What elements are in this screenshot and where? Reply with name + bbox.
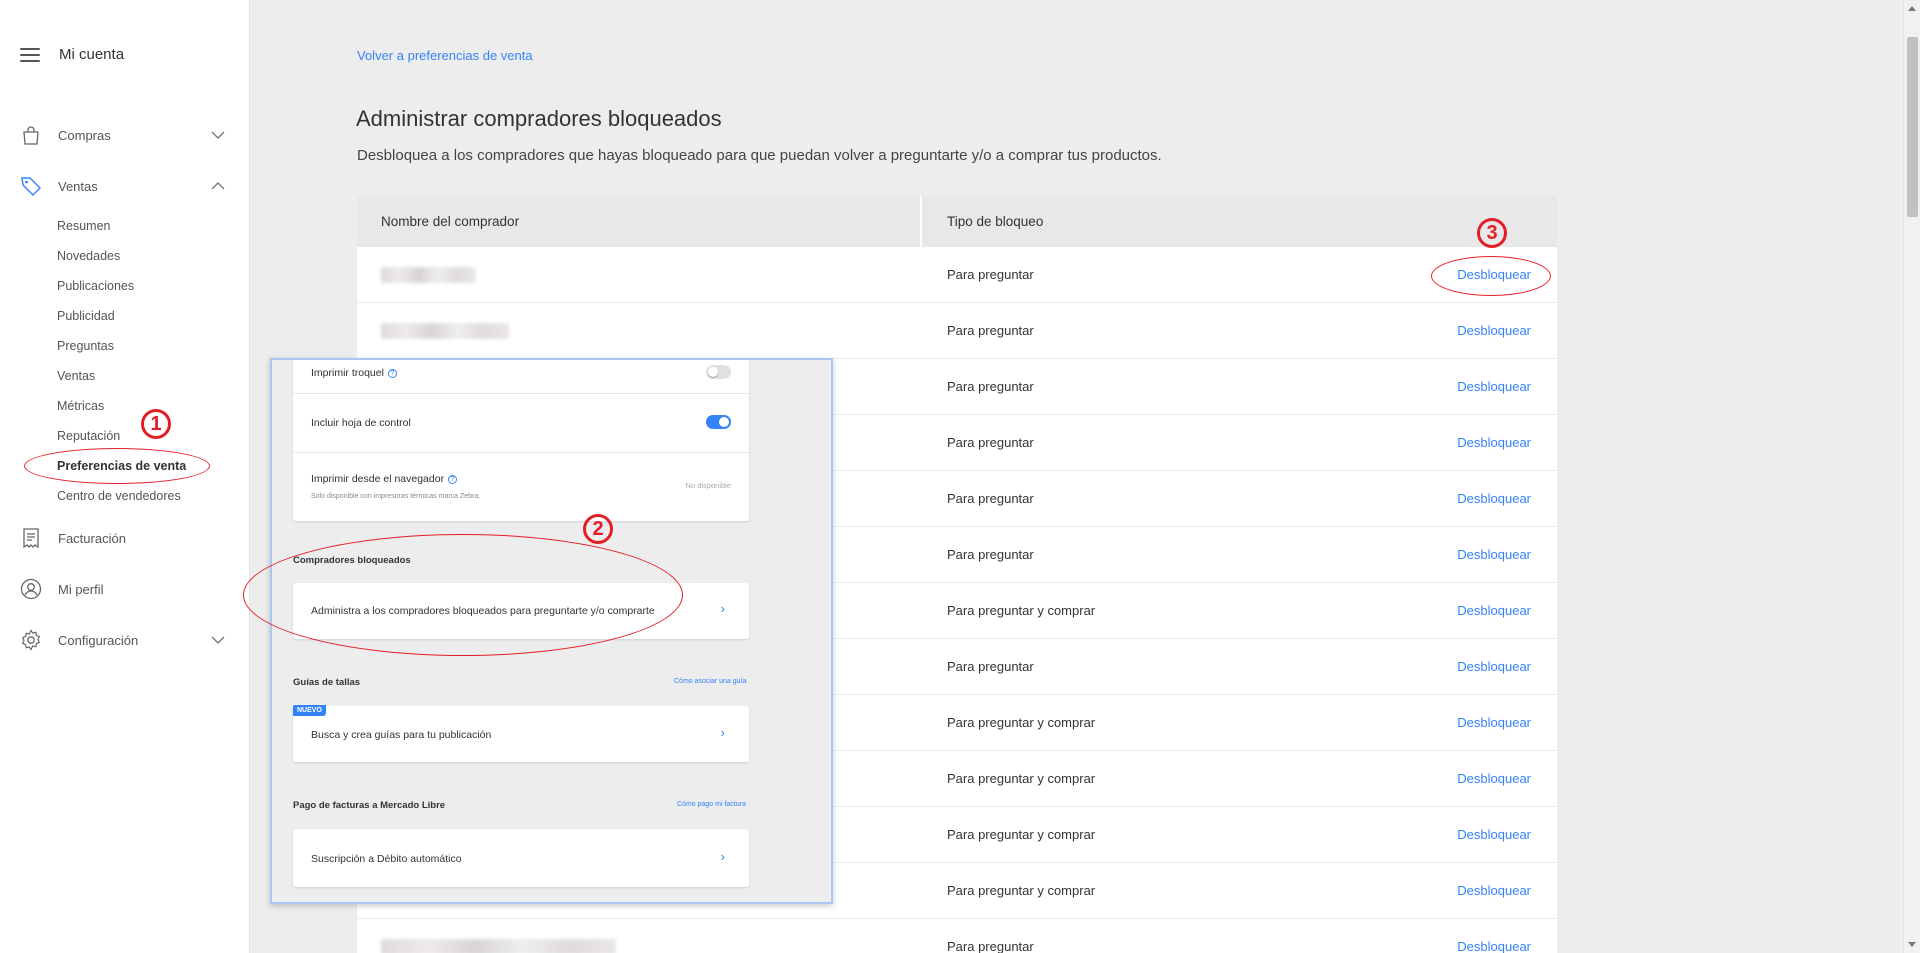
table-row: Para preguntar Desbloquear	[357, 247, 1557, 303]
sidebar-sub-publicaciones[interactable]: Publicaciones	[57, 279, 134, 293]
sidebar-item-perfil[interactable]: Mi perfil	[20, 578, 225, 600]
sidebar-title: Mi cuenta	[59, 46, 125, 63]
sidebar-item-label: Mi perfil	[58, 581, 104, 597]
unblock-link[interactable]: Desbloquear	[1457, 771, 1531, 786]
table-row: Para preguntar Desbloquear	[357, 303, 1557, 359]
control-sheet-row: Incluir hoja de control	[293, 394, 749, 453]
shopping-bag-icon	[20, 124, 42, 146]
invoice-payment-section-title: Pago de facturas a Mercado Libre	[293, 800, 446, 811]
menu-icon[interactable]	[20, 47, 40, 62]
sidebar-item-label: Compras	[58, 127, 111, 143]
buyer-name-cell	[357, 919, 922, 953]
unblock-link[interactable]: Desbloquear	[1457, 827, 1531, 842]
size-guides-help-link[interactable]: Cómo asociar una guía	[674, 678, 746, 685]
auto-debit-item-label: Suscripción a Débito automático	[311, 853, 462, 865]
print-troquel-row: Imprimir troquel?	[293, 360, 749, 394]
print-settings-card: Imprimir troquel? Incluir hoja de contro…	[293, 360, 749, 521]
scroll-down-arrow-icon[interactable]	[1908, 942, 1916, 947]
gear-icon	[20, 629, 42, 651]
help-icon[interactable]: ?	[448, 474, 458, 484]
control-sheet-toggle[interactable]	[706, 415, 731, 429]
browser-print-status: No disponible	[685, 481, 731, 490]
sidebar-sub-ventas[interactable]: Ventas	[57, 369, 95, 383]
sidebar-item-configuracion[interactable]: Configuración	[20, 629, 225, 651]
tag-icon	[20, 175, 42, 197]
settings-preview-inset: Imprimir troquel? Incluir hoja de contro…	[270, 358, 833, 904]
sidebar-sub-publicidad[interactable]: Publicidad	[57, 309, 115, 323]
unblock-link[interactable]: Desbloquear	[1457, 323, 1531, 338]
unblock-link[interactable]: Desbloquear	[1457, 715, 1531, 730]
invoice-payment-help-link[interactable]: Cómo pago mi factura	[677, 801, 746, 808]
print-troquel-toggle[interactable]	[706, 365, 731, 379]
sidebar-sub-centro-vendedores[interactable]: Centro de vendedores	[57, 489, 181, 503]
table-row: Para preguntar Desbloquear	[357, 919, 1557, 953]
size-guides-card[interactable]: NUEVO Busca y crea guías para tu publica…	[293, 705, 749, 762]
unblock-link[interactable]: Desbloquear	[1457, 267, 1531, 282]
redacted-buyer-name	[381, 322, 509, 339]
browser-print-label: Imprimir desde el navegador	[311, 473, 445, 485]
blocked-buyers-item-label: Administra a los compradores bloqueados …	[311, 605, 655, 617]
annotation-number-2: 2	[583, 514, 613, 544]
unblock-link[interactable]: Desbloquear	[1457, 659, 1531, 674]
sidebar-item-compras[interactable]: Compras	[20, 124, 225, 146]
new-badge: NUEVO	[293, 705, 326, 716]
table-header: Nombre del comprador Tipo de bloqueo	[357, 196, 1557, 247]
unblock-link[interactable]: Desbloquear	[1457, 379, 1531, 394]
unblock-link[interactable]: Desbloquear	[1457, 547, 1531, 562]
sidebar: Mi cuenta Compras Ventas Resumen Novedad…	[0, 0, 250, 953]
chevron-right-icon: ›	[720, 725, 725, 740]
auto-debit-card[interactable]: Suscripción a Débito automático ›	[293, 829, 749, 887]
print-troquel-label: Imprimir troquel	[311, 367, 384, 379]
browser-print-row: Imprimir desde el navegador? Solo dispon…	[293, 453, 749, 521]
unblock-link[interactable]: Desbloquear	[1457, 939, 1531, 953]
blocked-buyers-card[interactable]: Administra a los compradores bloqueados …	[293, 583, 749, 639]
control-sheet-label: Incluir hoja de control	[311, 417, 411, 429]
unblock-link[interactable]: Desbloquear	[1457, 491, 1531, 506]
column-header-buyer: Nombre del comprador	[357, 196, 922, 247]
sidebar-item-label: Facturación	[58, 530, 126, 546]
blocked-buyers-section-title: Compradores bloqueados	[293, 555, 411, 566]
redacted-buyer-name	[381, 938, 616, 953]
browser-print-note: Solo disponible con impresoras térmicas …	[311, 493, 481, 500]
page-description: Desbloquea a los compradores que hayas b…	[357, 147, 1162, 164]
chevron-right-icon: ›	[720, 849, 725, 864]
chevron-down-icon	[211, 636, 225, 644]
sidebar-header: Mi cuenta	[20, 46, 124, 63]
redacted-buyer-name	[381, 266, 476, 283]
column-header-block-type: Tipo de bloqueo	[947, 214, 1044, 229]
back-to-preferences-link[interactable]: Volver a preferencias de venta	[357, 48, 533, 63]
unblock-link[interactable]: Desbloquear	[1457, 603, 1531, 618]
scrollbar-thumb[interactable]	[1907, 37, 1918, 217]
invoice-icon	[20, 527, 42, 549]
sidebar-item-ventas[interactable]: Ventas	[20, 175, 225, 197]
sidebar-sub-reputacion[interactable]: Reputación	[57, 429, 120, 443]
sidebar-item-facturacion[interactable]: Facturación	[20, 527, 225, 549]
chevron-up-icon	[211, 182, 225, 190]
user-icon	[20, 578, 42, 600]
sidebar-sub-novedades[interactable]: Novedades	[57, 249, 120, 263]
annotation-number-1: 1	[141, 409, 171, 439]
buyer-name-cell	[357, 247, 922, 303]
sidebar-sub-preguntas[interactable]: Preguntas	[57, 339, 114, 353]
sidebar-sub-metricas[interactable]: Métricas	[57, 399, 104, 413]
scroll-up-arrow-icon[interactable]	[1908, 6, 1916, 11]
chevron-right-icon: ›	[720, 601, 725, 616]
size-guides-item-label: Busca y crea guías para tu publicación	[311, 729, 492, 741]
buyer-name-cell	[357, 303, 922, 359]
size-guides-section-title: Guías de tallas	[293, 677, 361, 688]
unblock-link[interactable]: Desbloquear	[1457, 883, 1531, 898]
sidebar-item-label: Configuración	[58, 632, 139, 648]
sidebar-sub-preferencias[interactable]: Preferencias de venta	[57, 459, 186, 473]
annotation-number-3: 3	[1477, 218, 1507, 248]
chevron-down-icon	[211, 131, 225, 139]
help-icon[interactable]: ?	[387, 368, 397, 378]
page-title: Administrar compradores bloqueados	[356, 106, 722, 131]
unblock-link[interactable]: Desbloquear	[1457, 435, 1531, 450]
sidebar-item-label: Ventas	[58, 178, 98, 194]
sidebar-sub-resumen[interactable]: Resumen	[57, 219, 111, 233]
page-scrollbar[interactable]	[1903, 0, 1920, 953]
